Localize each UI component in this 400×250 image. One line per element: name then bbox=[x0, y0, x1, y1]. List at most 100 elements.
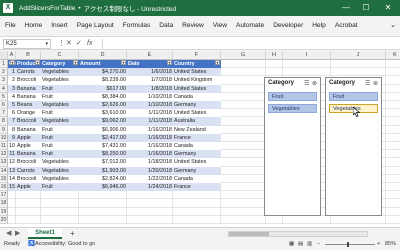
table-cell[interactable]: Carrots bbox=[16, 167, 41, 175]
table-cell[interactable]: 1/6/2018 bbox=[127, 68, 173, 76]
table-cell[interactable]: Fruit bbox=[41, 134, 79, 142]
table-cell[interactable]: 1/20/2018 bbox=[127, 167, 173, 175]
tab-insert[interactable]: Insert bbox=[51, 22, 68, 29]
page-break-view-icon[interactable]: ▥ bbox=[307, 239, 312, 250]
table-cell[interactable]: France bbox=[173, 183, 221, 191]
row-header-7[interactable]: 7 bbox=[0, 109, 8, 118]
table-cell[interactable]: $3,610.00 bbox=[79, 109, 127, 117]
row-header-20[interactable]: 20 bbox=[0, 215, 8, 224]
filter-dropdown-icon[interactable]: ▾ bbox=[215, 60, 220, 65]
zoom-in-icon[interactable]: + bbox=[377, 239, 380, 250]
column-header-d[interactable]: D bbox=[79, 51, 127, 60]
row-header-8[interactable]: 8 bbox=[0, 117, 8, 126]
table-cell[interactable]: 9 bbox=[8, 134, 16, 142]
zoom-level[interactable]: 85% bbox=[385, 239, 396, 250]
table-cell[interactable]: $2,626.00 bbox=[79, 101, 127, 109]
table-cell[interactable]: $7,012.00 bbox=[79, 158, 127, 166]
accessibility-status[interactable]: Accessibility: Good to go bbox=[35, 239, 95, 250]
column-header-c[interactable]: C bbox=[41, 51, 79, 60]
tab-help[interactable]: Help bbox=[312, 22, 326, 29]
table-cell[interactable]: 1/16/2018 bbox=[127, 126, 173, 134]
clear-filter-icon[interactable]: ⊗ bbox=[312, 80, 317, 87]
table-cell[interactable]: $8,239.00 bbox=[79, 76, 127, 84]
category-slicer-2[interactable]: Category ☰ ⊗ Fruit Vegetables bbox=[325, 77, 382, 216]
horizontal-scrollbar[interactable] bbox=[228, 231, 368, 237]
table-cell[interactable]: Vegetables bbox=[41, 167, 79, 175]
next-sheet-icon[interactable]: ▶ bbox=[15, 229, 20, 237]
table-cell[interactable]: Germany bbox=[173, 167, 221, 175]
table-cell[interactable]: 2 bbox=[8, 76, 16, 84]
table-cell[interactable]: 15 bbox=[8, 183, 16, 191]
table-cell[interactable]: Broccoli bbox=[16, 158, 41, 166]
table-cell[interactable]: 1/24/2018 bbox=[127, 183, 173, 191]
table-cell[interactable]: Fruit bbox=[41, 109, 79, 117]
close-button[interactable]: ✕ bbox=[378, 0, 398, 16]
column-header-b[interactable]: B bbox=[16, 51, 41, 60]
accessibility-icon[interactable]: ♿ bbox=[28, 239, 35, 250]
row-header-19[interactable]: 19 bbox=[0, 207, 8, 216]
insert-function-button[interactable]: fx bbox=[87, 38, 92, 50]
filter-dropdown-icon[interactable]: ▾ bbox=[121, 60, 126, 65]
table-cell[interactable]: $617.00 bbox=[79, 85, 127, 93]
table-cell[interactable]: Vegetables bbox=[41, 76, 79, 84]
table-cell[interactable]: Australia bbox=[173, 117, 221, 125]
normal-view-icon[interactable]: ▦ bbox=[289, 239, 294, 250]
tab-data[interactable]: Data bbox=[159, 22, 173, 29]
table-cell[interactable]: Apple bbox=[16, 142, 41, 150]
table-cell[interactable]: United States bbox=[173, 85, 221, 93]
table-header-cell[interactable]: Date ▾ bbox=[127, 60, 173, 69]
table-cell[interactable]: 1/16/2018 bbox=[127, 134, 173, 142]
table-cell[interactable]: Broccoli bbox=[16, 175, 41, 183]
table-cell[interactable]: Vegetables bbox=[41, 175, 79, 183]
row-header-5[interactable]: 5 bbox=[0, 92, 8, 101]
table-cell[interactable]: Fruit bbox=[41, 126, 79, 134]
row-header-13[interactable]: 13 bbox=[0, 158, 8, 167]
table-cell[interactable]: Banana bbox=[16, 93, 41, 101]
table-cell[interactable]: 1/16/2018 bbox=[127, 142, 173, 150]
table-cell[interactable]: $9,062.00 bbox=[79, 117, 127, 125]
table-cell[interactable]: 1/11/2018 bbox=[127, 109, 173, 117]
zoom-out-icon[interactable]: − bbox=[317, 239, 320, 250]
row-header-18[interactable]: 18 bbox=[0, 199, 8, 208]
table-cell[interactable]: 14 bbox=[8, 175, 16, 183]
table-cell[interactable]: Canada bbox=[173, 93, 221, 101]
tab-view[interactable]: View bbox=[213, 22, 227, 29]
column-header-g[interactable]: G bbox=[221, 51, 266, 60]
table-cell[interactable]: $2,824.00 bbox=[79, 175, 127, 183]
tab-acrobat[interactable]: Acrobat bbox=[335, 22, 358, 29]
table-cell[interactable]: Fruit bbox=[41, 183, 79, 191]
table-cell[interactable]: 10 bbox=[8, 142, 16, 150]
tab-formulas[interactable]: Formulas bbox=[123, 22, 150, 29]
table-cell[interactable]: $1,903.00 bbox=[79, 167, 127, 175]
column-header-e[interactable]: E bbox=[127, 51, 173, 60]
table-cell[interactable]: $8,250.00 bbox=[79, 150, 127, 158]
table-cell[interactable]: 1/11/2018 bbox=[127, 117, 173, 125]
table-cell[interactable]: Fruit bbox=[41, 85, 79, 93]
slicer-item-fruit[interactable]: Fruit bbox=[329, 92, 378, 101]
table-cell[interactable]: $2,417.00 bbox=[79, 134, 127, 142]
zoom-slider-thumb[interactable] bbox=[347, 242, 349, 247]
table-header-cell[interactable]: Category ▾ bbox=[41, 60, 79, 69]
row-header-4[interactable]: 4 bbox=[0, 84, 8, 93]
table-header-cell[interactable]: Order ID▾ bbox=[8, 60, 16, 69]
table-cell[interactable]: 1/8/2018 bbox=[127, 85, 173, 93]
column-header-k[interactable]: K bbox=[386, 51, 400, 60]
table-cell[interactable]: $4,270.00 bbox=[79, 68, 127, 76]
prev-sheet-icon[interactable]: ◀ bbox=[6, 229, 11, 237]
row-header-1[interactable]: 1 bbox=[0, 60, 8, 69]
table-cell[interactable]: Banana bbox=[16, 150, 41, 158]
table-cell[interactable]: Vegetables bbox=[41, 117, 79, 125]
table-cell[interactable]: 8 bbox=[8, 126, 16, 134]
table-cell[interactable]: Banana bbox=[16, 126, 41, 134]
table-cell[interactable]: United States bbox=[173, 109, 221, 117]
zoom-slider[interactable] bbox=[325, 244, 375, 245]
minimize-button[interactable]: — bbox=[336, 0, 356, 16]
table-cell[interactable]: Canada bbox=[173, 142, 221, 150]
row-header-17[interactable]: 17 bbox=[0, 191, 8, 200]
table-cell[interactable]: Fruit bbox=[41, 93, 79, 101]
row-header-2[interactable]: 2 bbox=[0, 68, 8, 77]
table-cell[interactable]: 3 bbox=[8, 85, 16, 93]
sensitivity-label[interactable]: アクセス制限なし - Unrestricted bbox=[84, 3, 177, 13]
table-cell[interactable]: 6 bbox=[8, 109, 16, 117]
chevron-down-icon[interactable]: ▾ bbox=[45, 40, 48, 48]
